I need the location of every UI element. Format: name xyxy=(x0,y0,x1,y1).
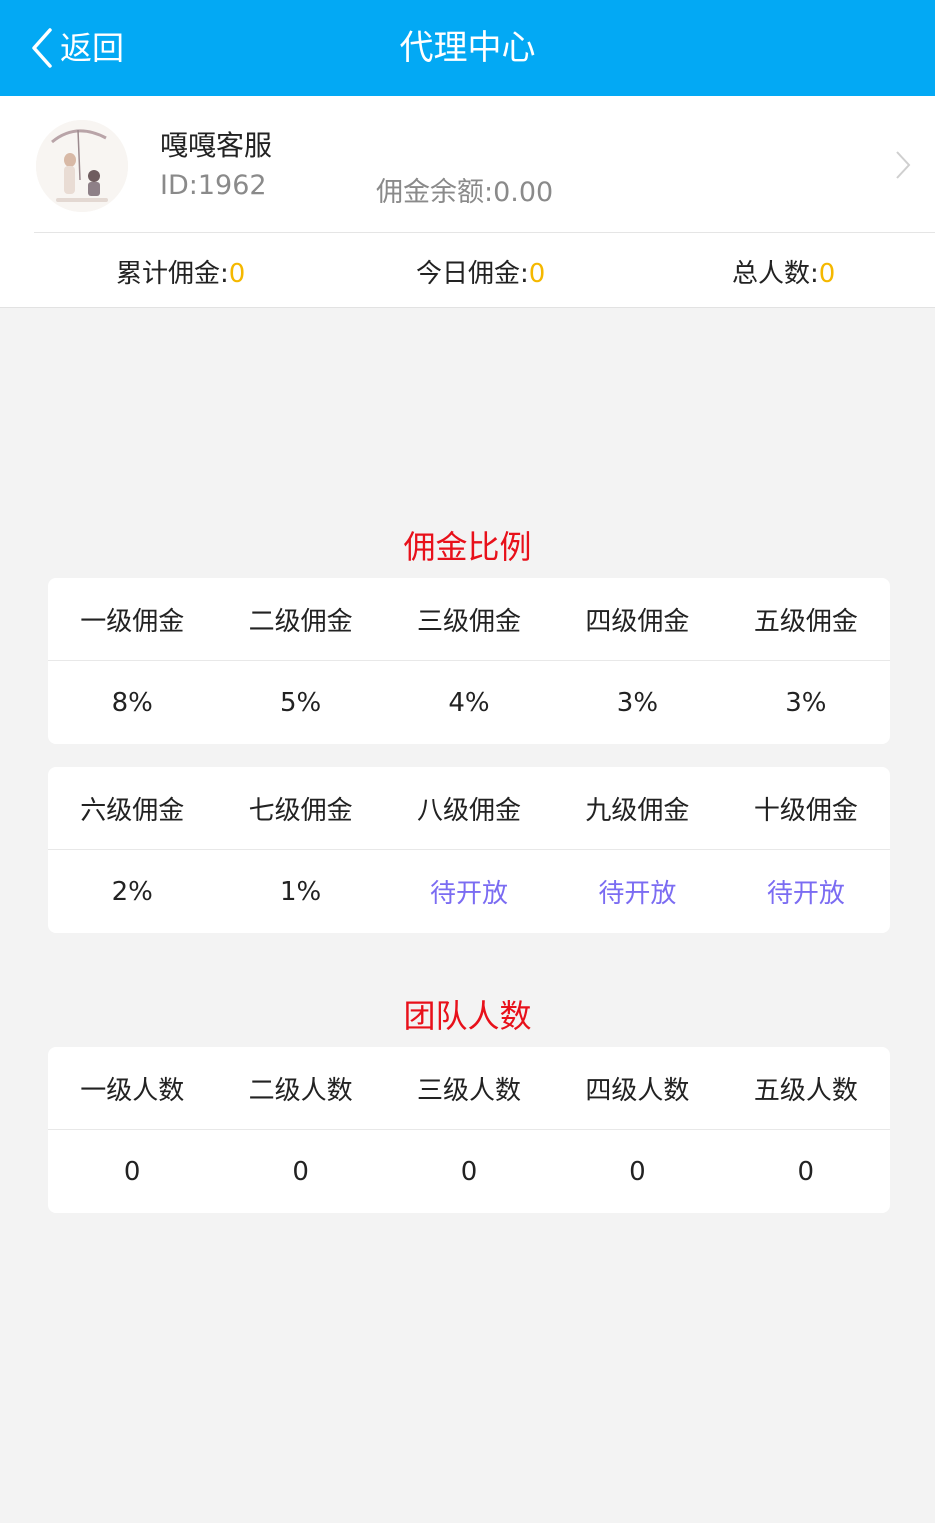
avatar-image xyxy=(36,120,128,212)
profile-card: 嘎嘎客服 ID:1962 佣金余额:0.00 累计佣金:0 今日佣金:0 总人数… xyxy=(0,96,935,308)
header-cell: 三级人数 xyxy=(417,1075,522,1106)
page-title: 代理中心 xyxy=(399,28,536,68)
pending-cell: 待开放 xyxy=(598,879,677,909)
table-header-row: 六级佣金 七级佣金 八级佣金 九级佣金 十级佣金 xyxy=(48,767,890,850)
header-cell: 四级人数 xyxy=(585,1075,690,1106)
value-cell: 8% xyxy=(111,687,153,718)
profile-row[interactable]: 嘎嘎客服 ID:1962 佣金余额:0.00 xyxy=(0,96,935,233)
stats-row: 累计佣金:0 今日佣金:0 总人数:0 xyxy=(0,233,935,307)
top-navigation-bar: 返回 代理中心 xyxy=(0,0,935,96)
table-row: 0 0 0 0 0 xyxy=(48,1130,890,1213)
value-cell: 0 xyxy=(629,1156,646,1187)
stat-total-commission: 累计佣金:0 xyxy=(116,253,245,290)
chevron-right-icon xyxy=(896,151,911,179)
stat-total-people: 总人数:0 xyxy=(732,253,835,290)
stat-value: 0 xyxy=(818,259,836,289)
table-header-row: 一级人数 二级人数 三级人数 四级人数 五级人数 xyxy=(48,1047,890,1130)
header-cell: 五级佣金 xyxy=(753,606,858,637)
table-row: 8% 5% 4% 3% 3% xyxy=(48,661,890,744)
stat-label: 总人数: xyxy=(732,259,819,289)
stat-label: 累计佣金: xyxy=(116,259,229,289)
header-cell: 八级佣金 xyxy=(417,795,522,826)
header-cell: 一级佣金 xyxy=(80,606,185,637)
value-cell: 5% xyxy=(279,687,322,718)
team-table: 一级人数 二级人数 三级人数 四级人数 五级人数 0 0 0 0 0 xyxy=(48,1047,890,1213)
header-cell: 四级佣金 xyxy=(585,606,690,637)
stat-value: 0 xyxy=(228,259,246,289)
commission-section-title: 佣金比例 xyxy=(403,528,532,566)
value-cell: 1% xyxy=(279,876,322,907)
stat-value: 0 xyxy=(528,259,546,289)
header-cell: 六级佣金 xyxy=(80,795,185,826)
value-cell: 0 xyxy=(797,1156,815,1187)
header-cell: 七级佣金 xyxy=(248,795,353,826)
pending-cell: 待开放 xyxy=(766,879,845,909)
header-cell: 五级人数 xyxy=(753,1075,858,1106)
header-cell: 三级佣金 xyxy=(417,606,522,637)
team-section-title: 团队人数 xyxy=(403,997,532,1035)
table-row: 2% 1% 待开放 待开放 待开放 xyxy=(48,850,890,933)
commission-balance: 佣金余额:0.00 xyxy=(376,177,554,208)
value-cell: 0 xyxy=(460,1156,478,1187)
header-cell: 二级人数 xyxy=(248,1075,353,1106)
stat-today-commission: 今日佣金:0 xyxy=(416,253,545,290)
value-cell: 4% xyxy=(448,687,490,718)
header-cell: 十级佣金 xyxy=(753,795,858,826)
value-cell: 3% xyxy=(785,687,827,718)
commission-table-1: 一级佣金 二级佣金 三级佣金 四级佣金 五级佣金 8% 5% 4% 3% 3% xyxy=(48,578,890,744)
stat-label: 今日佣金: xyxy=(416,259,529,289)
commission-table-2: 六级佣金 七级佣金 八级佣金 九级佣金 十级佣金 2% 1% 待开放 待开放 待… xyxy=(48,767,890,933)
header-cell: 九级佣金 xyxy=(585,795,690,826)
table-header-row: 一级佣金 二级佣金 三级佣金 四级佣金 五级佣金 xyxy=(48,578,890,661)
pending-cell: 待开放 xyxy=(430,879,509,909)
value-cell: 2% xyxy=(111,876,153,907)
user-id: ID:1962 xyxy=(160,170,267,201)
value-cell: 0 xyxy=(123,1156,141,1187)
value-cell: 0 xyxy=(292,1156,309,1187)
value-cell: 3% xyxy=(616,687,659,718)
header-cell: 一级人数 xyxy=(80,1075,185,1106)
username: 嘎嘎客服 xyxy=(160,129,273,162)
avatar xyxy=(36,120,128,212)
header-cell: 二级佣金 xyxy=(248,606,353,637)
